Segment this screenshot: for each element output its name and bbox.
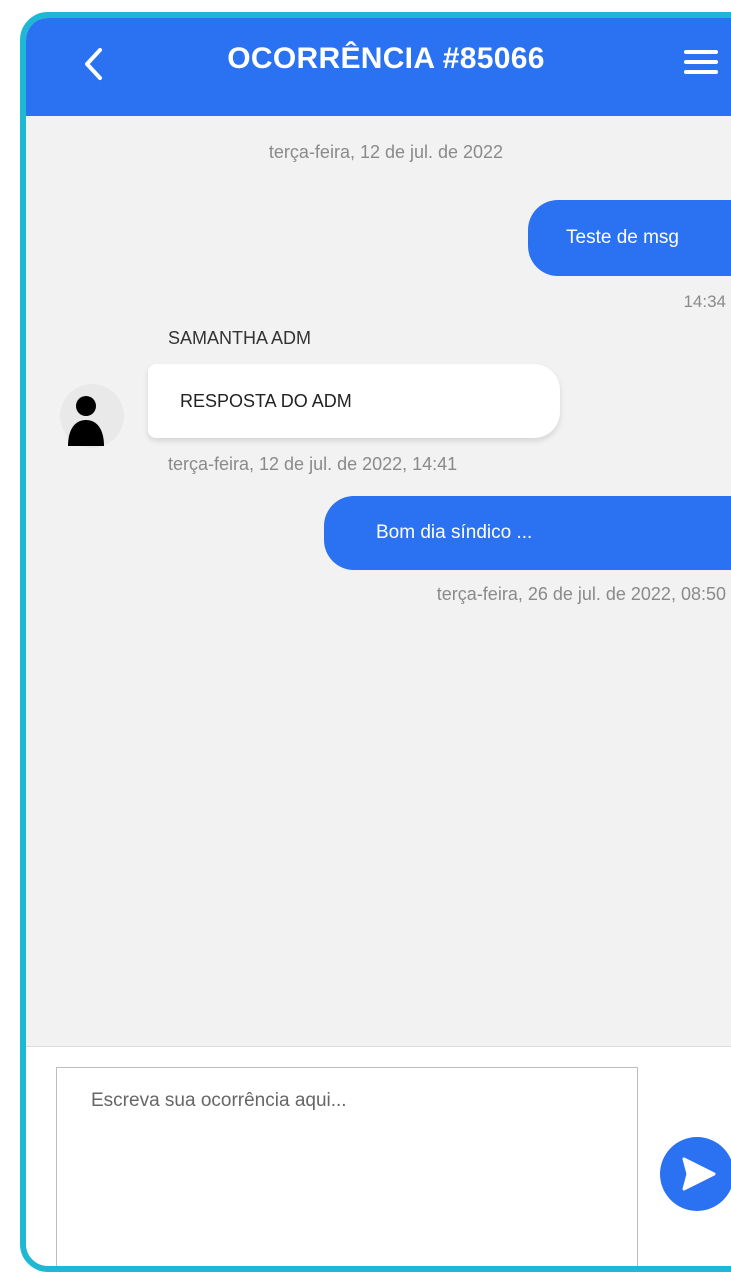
message-timestamp: 14:34 [683,292,726,311]
app-header: OCORRÊNCIA #85066 [26,18,731,116]
message-text: Bom dia síndico ... [376,522,533,543]
incoming-message-bubble[interactable]: RESPOSTA DO ADM [148,364,560,438]
avatar [60,384,124,448]
hamburger-menu-icon [684,50,718,54]
phone-frame: OCORRÊNCIA #85066 terça-feira, 12 de jul… [20,12,731,1272]
sender-name: SAMANTHA ADM [168,328,312,348]
message-timestamp: terça-feira, 26 de jul. de 2022, 08:50 [436,584,726,604]
send-icon [682,1157,716,1191]
date-separator: terça-feira, 12 de jul. de 2022 [268,142,504,162]
page-title: OCORRÊNCIA #85066 [227,42,545,75]
message-text: RESPOSTA DO ADM [180,390,352,411]
message-timestamp: terça-feira, 12 de jul. de 2022, 14:41 [168,454,458,474]
person-icon [68,396,104,446]
message-text: Teste de msg [566,227,679,248]
outgoing-message-bubble[interactable]: Bom dia síndico ... [324,496,731,570]
outgoing-message-bubble[interactable]: Teste de msg [528,200,731,276]
send-button[interactable] [660,1137,731,1211]
menu-button[interactable] [684,50,718,80]
message-input[interactable] [56,1067,638,1266]
message-composer [26,1046,731,1266]
